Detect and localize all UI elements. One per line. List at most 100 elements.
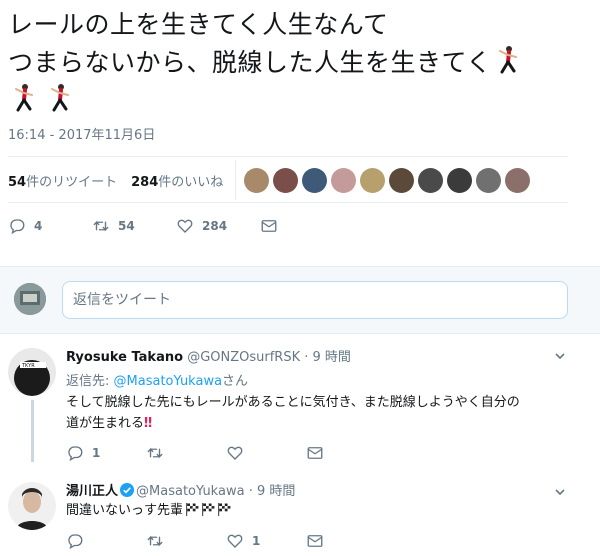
like-count: 284 xyxy=(131,174,159,190)
like-stat[interactable]: 284件のいいね xyxy=(131,171,223,190)
reply-tweet[interactable]: 湯川正人 @MasatoYukawa · 9 時間 間違いないっす先輩 1 xyxy=(0,474,600,556)
divider xyxy=(8,156,568,157)
reply-body-line-1: 間違いないっす先輩 xyxy=(66,503,184,518)
liker-avatar[interactable] xyxy=(476,167,502,193)
replying-to-link[interactable]: @MasatoYukawa xyxy=(114,374,223,389)
liker-avatar[interactable] xyxy=(418,167,444,193)
dancer-emoji-icon xyxy=(498,46,517,74)
liker-avatars xyxy=(244,167,531,193)
heart-icon xyxy=(227,446,243,460)
author-name[interactable]: Ryosuke Takano xyxy=(66,350,183,365)
envelope-icon xyxy=(307,535,323,547)
avatar-image xyxy=(8,482,56,530)
dancer-emoji-icon xyxy=(15,84,33,112)
liker-avatar[interactable] xyxy=(505,167,531,193)
verified-badge-icon xyxy=(120,483,135,497)
reply-count: 1 xyxy=(92,446,101,460)
reply-header: 湯川正人 @MasatoYukawa · 9 時間 xyxy=(66,480,295,499)
like-count-action: 284 xyxy=(202,219,228,233)
tweet-text: レールの上を生きてく人生なんて つまらないから、脱線した人生を生きてく xyxy=(8,6,588,120)
author-handle[interactable]: @MasatoYukawa xyxy=(136,484,245,499)
dancer-emoji-icon xyxy=(51,84,69,112)
retweet-icon xyxy=(93,220,109,232)
dm-button[interactable] xyxy=(260,217,278,235)
reply-icon xyxy=(68,446,83,462)
avatar[interactable] xyxy=(8,482,56,530)
retweet-button[interactable] xyxy=(146,444,226,462)
retweet-button[interactable]: 54 xyxy=(92,217,176,235)
envelope-icon xyxy=(307,447,323,459)
replying-suffix: さん xyxy=(222,374,249,389)
reply-tweet[interactable]: TKYR Ryosuke Takano @GONZOsurfRSK · 9 時間… xyxy=(0,340,600,470)
reply-button[interactable]: 4 xyxy=(8,217,92,235)
tweet-actions: 4 54 284 xyxy=(8,214,278,238)
reply-button[interactable] xyxy=(66,532,146,550)
replying-prefix: 返信先: xyxy=(66,374,114,389)
retweet-icon xyxy=(147,447,163,459)
reply-body-line-2-text: 道が生まれる xyxy=(66,416,145,431)
tweet-stats: 54件のリツイート 284件のいいね xyxy=(8,160,568,200)
svg-text:TKYR: TKYR xyxy=(21,363,35,369)
reply-body: そして脱線した先にもレールがあることに気付き、また脱線しようやく自分の 道が生ま… xyxy=(66,392,566,434)
liker-avatar[interactable] xyxy=(302,167,328,193)
reply-count: 4 xyxy=(34,219,43,233)
retweet-icon xyxy=(147,535,163,547)
like-label: 件のいいね xyxy=(158,174,224,190)
liker-avatar[interactable] xyxy=(447,167,473,193)
dm-button[interactable] xyxy=(306,444,386,462)
tweet-line-2: つまらないから、脱線した人生を生きてく xyxy=(8,44,588,82)
replying-to: 返信先: @MasatoYukawaさん xyxy=(66,370,248,389)
dm-button[interactable] xyxy=(306,532,386,550)
retweet-stat[interactable]: 54件のリツイート xyxy=(8,171,117,190)
like-button[interactable]: 1 xyxy=(226,532,306,550)
retweet-button[interactable] xyxy=(146,532,226,550)
divider xyxy=(8,202,568,203)
avatar-image xyxy=(14,283,46,315)
author-handle[interactable]: @GONZOsurfRSK xyxy=(187,350,300,365)
tweet-line-2-text: つまらないから、脱線した人生を生きてく xyxy=(8,48,492,77)
liker-avatar[interactable] xyxy=(331,167,357,193)
envelope-icon xyxy=(261,220,277,232)
checkered-flag-icon xyxy=(218,503,231,516)
stats-separator xyxy=(235,160,237,200)
liker-avatar[interactable] xyxy=(360,167,386,193)
retweet-label: 件のリツイート xyxy=(26,174,118,190)
tweet-line-3 xyxy=(8,82,588,120)
tweet-timestamp[interactable]: 16:14 - 2017年11月6日 xyxy=(8,124,155,143)
liker-avatar[interactable] xyxy=(389,167,415,193)
reply-time[interactable]: · 9 時間 xyxy=(249,484,296,499)
checkered-flag-icon xyxy=(186,503,199,516)
liker-avatar[interactable] xyxy=(244,167,270,193)
avatar xyxy=(14,283,46,315)
avatar[interactable]: TKYR xyxy=(8,348,56,396)
reply-button[interactable]: 1 xyxy=(66,444,146,462)
tweet-line-1: レールの上を生きてく人生なんて xyxy=(8,10,389,39)
reply-icon xyxy=(68,534,83,550)
reply-actions: 1 xyxy=(66,532,386,550)
reply-time[interactable]: · 9 時間 xyxy=(304,350,351,365)
reply-body: 間違いないっす先輩 xyxy=(66,500,566,521)
heart-icon xyxy=(177,219,193,233)
reply-header: Ryosuke Takano @GONZOsurfRSK · 9 時間 xyxy=(66,346,351,365)
reply-icon xyxy=(10,219,25,235)
reply-composer: 返信をツイート xyxy=(0,266,600,334)
chevron-down-icon[interactable] xyxy=(554,486,566,498)
like-count: 1 xyxy=(252,534,261,548)
double-exclamation-emoji: ‼ xyxy=(144,416,153,431)
like-button[interactable] xyxy=(226,444,306,462)
reply-actions: 1 xyxy=(66,444,386,462)
checkered-flag-icon xyxy=(202,503,215,516)
reply-input[interactable]: 返信をツイート xyxy=(62,281,568,319)
like-button[interactable]: 284 xyxy=(176,217,260,235)
liker-avatar[interactable] xyxy=(273,167,299,193)
chevron-down-icon[interactable] xyxy=(554,350,566,362)
checkered-flags xyxy=(183,503,231,518)
author-name[interactable]: 湯川正人 xyxy=(66,484,118,499)
avatar-image: TKYR xyxy=(8,348,56,396)
reply-body-line-2: 道が生まれる‼ xyxy=(66,413,566,434)
heart-icon xyxy=(227,534,243,548)
retweet-count-action: 54 xyxy=(118,219,135,233)
thread-line xyxy=(31,400,34,462)
reply-body-line-1: そして脱線した先にもレールがあることに気付き、また脱線しようやく自分の xyxy=(66,395,520,410)
retweet-count: 54 xyxy=(8,174,27,190)
